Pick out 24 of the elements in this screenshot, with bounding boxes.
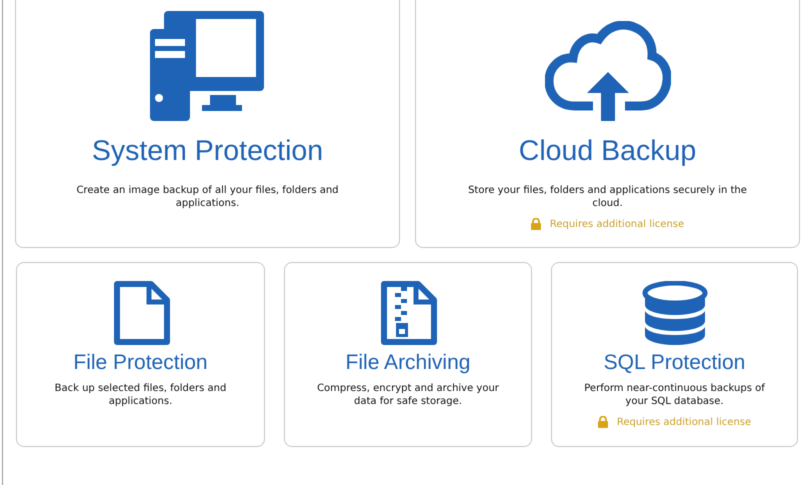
card-title: Cloud Backup xyxy=(518,135,696,168)
lock-icon xyxy=(530,218,541,230)
database-icon xyxy=(640,281,708,347)
document-icon xyxy=(112,281,170,347)
card-description: Back up selected files, folders and applications. xyxy=(54,382,228,408)
desktop-computer-icon xyxy=(150,9,266,121)
license-notice: Requires additional license xyxy=(616,416,752,428)
card-title: File Protection xyxy=(73,351,208,375)
feature-card[interactable]: File Archiving Compress, encrypt and archive your data for safe storage. xyxy=(284,262,532,447)
card-description: Compress, encrypt and archive your data for safe storage. xyxy=(316,382,500,408)
card-description: Create an image backup of all your files, folders and applications. xyxy=(75,184,340,210)
cloud-upload-icon xyxy=(544,21,670,121)
feature-card[interactable]: Cloud Backup Store your files, folders and applications securely in the cloud. Requires additional license xyxy=(415,0,800,248)
feature-card[interactable]: System Protection Create an image backup of all your files, folders and applications. xyxy=(15,0,400,248)
card-description: Store your files, folders and applications securely in the cloud. xyxy=(467,184,748,210)
feature-card[interactable]: SQL Protection Perform near-continuous backups of your SQL database. Requires additional license xyxy=(551,262,798,447)
card-title: System Protection xyxy=(92,135,324,168)
card-title: File Archiving xyxy=(346,351,470,375)
lock-icon xyxy=(598,416,608,428)
card-description: Perform near-continuous backups of your SQL database. xyxy=(583,382,766,408)
zip-file-icon xyxy=(379,281,437,347)
feature-card[interactable]: File Protection Back up selected files, folders and applications. xyxy=(16,262,265,447)
card-title: SQL Protection xyxy=(604,351,746,375)
license-notice: Requires additional license xyxy=(550,218,684,230)
